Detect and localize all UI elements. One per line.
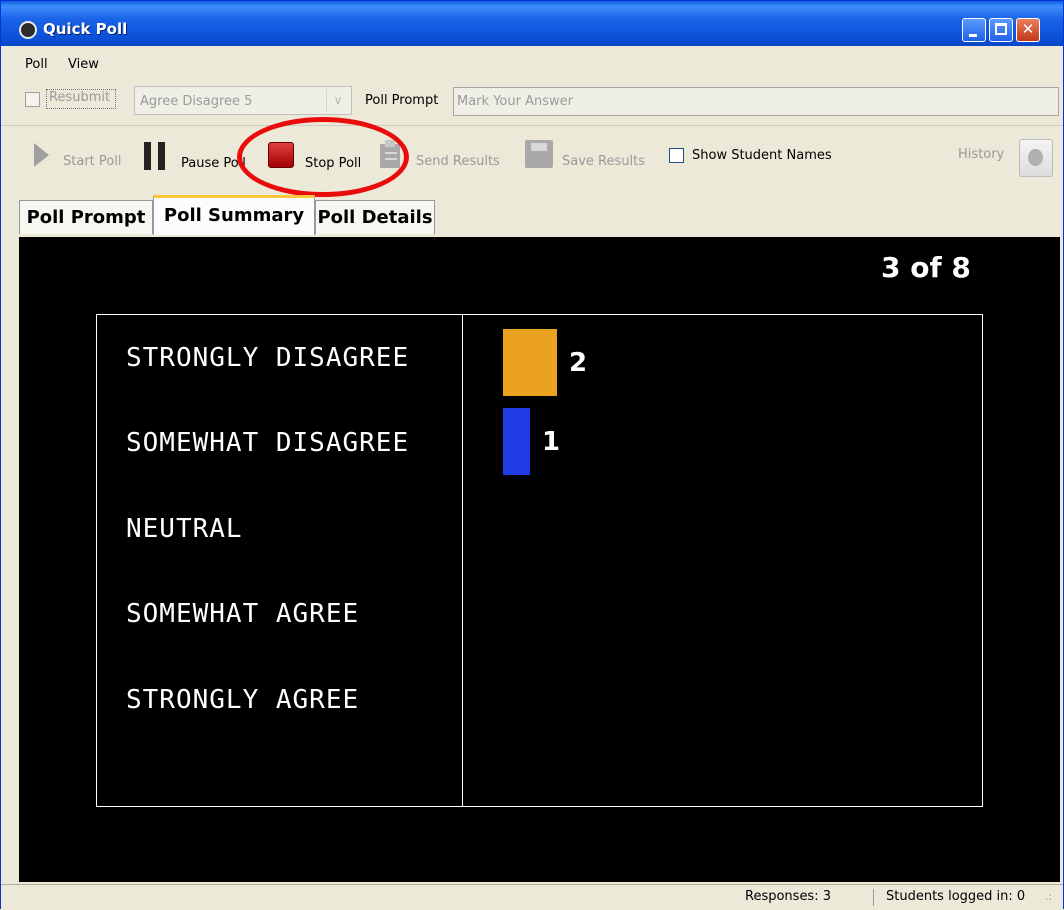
resubmit-label: Resubmit bbox=[49, 90, 111, 105]
menu-view[interactable]: View bbox=[68, 57, 99, 72]
category-label: SOMEWHAT DISAGREE bbox=[126, 428, 410, 458]
send-results-button[interactable]: Send Results bbox=[416, 154, 500, 169]
chevron-down-icon[interactable]: ∨ bbox=[326, 89, 349, 112]
category-label: NEUTRAL bbox=[126, 514, 243, 544]
maximize-icon bbox=[990, 19, 1012, 41]
status-bar: Responses: 3 Students logged in: 0 .: bbox=[1, 884, 1063, 910]
history-label: History bbox=[958, 147, 1005, 162]
play-icon[interactable] bbox=[34, 143, 49, 167]
tab-poll-prompt[interactable]: Poll Prompt bbox=[19, 200, 153, 234]
status-divider bbox=[873, 889, 874, 906]
close-button[interactable]: ✕ bbox=[1016, 18, 1040, 42]
app-icon bbox=[19, 21, 37, 39]
resubmit-checkbox[interactable] bbox=[25, 92, 40, 107]
minimize-icon bbox=[963, 19, 985, 41]
question-counter: 3 of 8 bbox=[881, 251, 971, 284]
category-label: STRONGLY AGREE bbox=[126, 685, 360, 715]
show-student-names-label: Show Student Names bbox=[692, 148, 832, 163]
bar-value-label: 1 bbox=[542, 427, 561, 457]
menu-bar: Poll View bbox=[1, 53, 1063, 77]
tab-poll-summary[interactable]: Poll Summary bbox=[153, 195, 315, 235]
window-title: Quick Poll bbox=[43, 20, 128, 38]
send-results-icon[interactable] bbox=[377, 138, 403, 170]
close-icon: ✕ bbox=[1021, 20, 1035, 38]
pause-icon[interactable] bbox=[144, 142, 166, 170]
bar-value-label: 2 bbox=[569, 348, 588, 378]
category-label: STRONGLY DISAGREE bbox=[126, 343, 410, 373]
resize-grip-icon[interactable]: .: bbox=[1045, 890, 1052, 903]
category-label: SOMEWHAT AGREE bbox=[126, 599, 360, 629]
stop-poll-button[interactable]: Stop Poll bbox=[305, 156, 361, 171]
quick-poll-window: Quick Poll ✕ Poll View Resubmit Agree Di… bbox=[0, 0, 1064, 910]
start-poll-button[interactable]: Start Poll bbox=[63, 154, 121, 169]
tab-poll-details[interactable]: Poll Details bbox=[315, 200, 435, 234]
chart-divider bbox=[462, 314, 463, 807]
minimize-button[interactable] bbox=[962, 18, 986, 42]
history-icon[interactable] bbox=[1019, 139, 1053, 177]
answer-type-value: Agree Disagree 5 bbox=[140, 94, 253, 109]
poll-prompt-input[interactable]: Mark Your Answer bbox=[453, 87, 1059, 116]
stop-icon[interactable] bbox=[268, 142, 294, 168]
maximize-button[interactable] bbox=[989, 18, 1013, 42]
menu-poll[interactable]: Poll bbox=[25, 57, 48, 72]
title-bar[interactable]: Quick Poll ✕ bbox=[1, 1, 1063, 46]
poll-prompt-label: Poll Prompt bbox=[365, 93, 439, 108]
responses-count: Responses: 3 bbox=[745, 889, 831, 904]
save-results-button[interactable]: Save Results bbox=[562, 154, 645, 169]
answer-type-dropdown[interactable]: Agree Disagree 5 ∨ bbox=[134, 86, 352, 115]
bar-1 bbox=[503, 329, 557, 396]
pause-poll-button[interactable]: Pause Poll bbox=[181, 156, 246, 171]
toolbar-separator bbox=[1, 125, 1063, 126]
bar-2 bbox=[503, 408, 530, 475]
students-logged-in: Students logged in: 0 bbox=[886, 889, 1026, 904]
save-icon[interactable] bbox=[525, 140, 553, 168]
show-student-names-checkbox[interactable] bbox=[669, 148, 684, 163]
